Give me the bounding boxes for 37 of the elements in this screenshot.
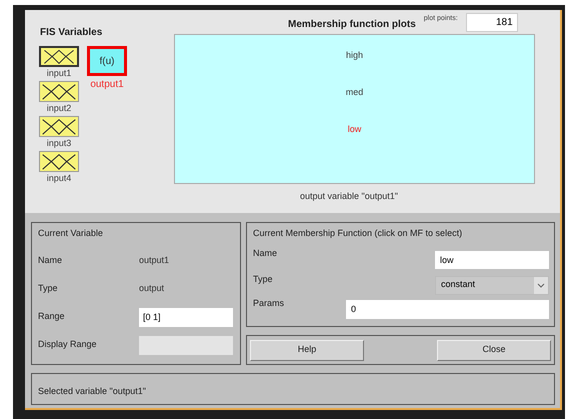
field-label: Name	[38, 254, 64, 268]
field-label: Type	[38, 282, 59, 296]
variable-label: input1	[46, 67, 72, 80]
dialog-button[interactable]: Help	[250, 340, 364, 360]
field-value: output1	[139, 254, 170, 268]
field-value: output	[139, 282, 164, 296]
status-text: Selected variable "output1"	[38, 386, 146, 396]
input-variable-icon[interactable]	[39, 81, 79, 102]
panel-title: Current Membership Function (click on MF to select)	[253, 227, 464, 240]
chevron-down-icon	[534, 276, 548, 294]
field-label: Range	[38, 310, 66, 324]
field-label: Type	[253, 273, 274, 286]
params-field[interactable]: 0	[346, 300, 549, 318]
type-dropdown[interactable]: constant	[435, 276, 549, 294]
variable-label: input4	[46, 172, 72, 185]
variable-label: output1	[89, 78, 125, 92]
input-variable-icon[interactable]	[39, 151, 79, 172]
name-field[interactable]: low	[435, 251, 549, 269]
variable-label: input3	[46, 137, 72, 150]
input-variable-icon[interactable]	[39, 116, 79, 137]
plot-title: Membership function plots	[288, 18, 416, 32]
dialog-button[interactable]: Close	[437, 340, 551, 360]
panel-title: Current Variable	[38, 227, 104, 240]
range-field[interactable]: [0 1]	[139, 308, 233, 326]
panel-title: FIS Variables	[40, 26, 104, 40]
input-variable-icon[interactable]	[39, 46, 79, 67]
membership-function-label[interactable]: med	[346, 84, 364, 100]
field-label: Params	[253, 297, 286, 310]
field-label: Display Range	[38, 338, 98, 352]
membership-function-plot[interactable]: high med low	[174, 34, 535, 184]
plot-points-field[interactable]: 181	[466, 13, 518, 32]
membership-function-label[interactable]: high	[346, 47, 363, 63]
output-variable-block[interactable]: f(u)	[87, 46, 127, 76]
plot-caption: output variable "output1"	[300, 190, 399, 203]
field-label: Name	[253, 247, 278, 260]
membership-function-label[interactable]: low	[348, 121, 362, 137]
variable-label: input2	[46, 102, 72, 115]
